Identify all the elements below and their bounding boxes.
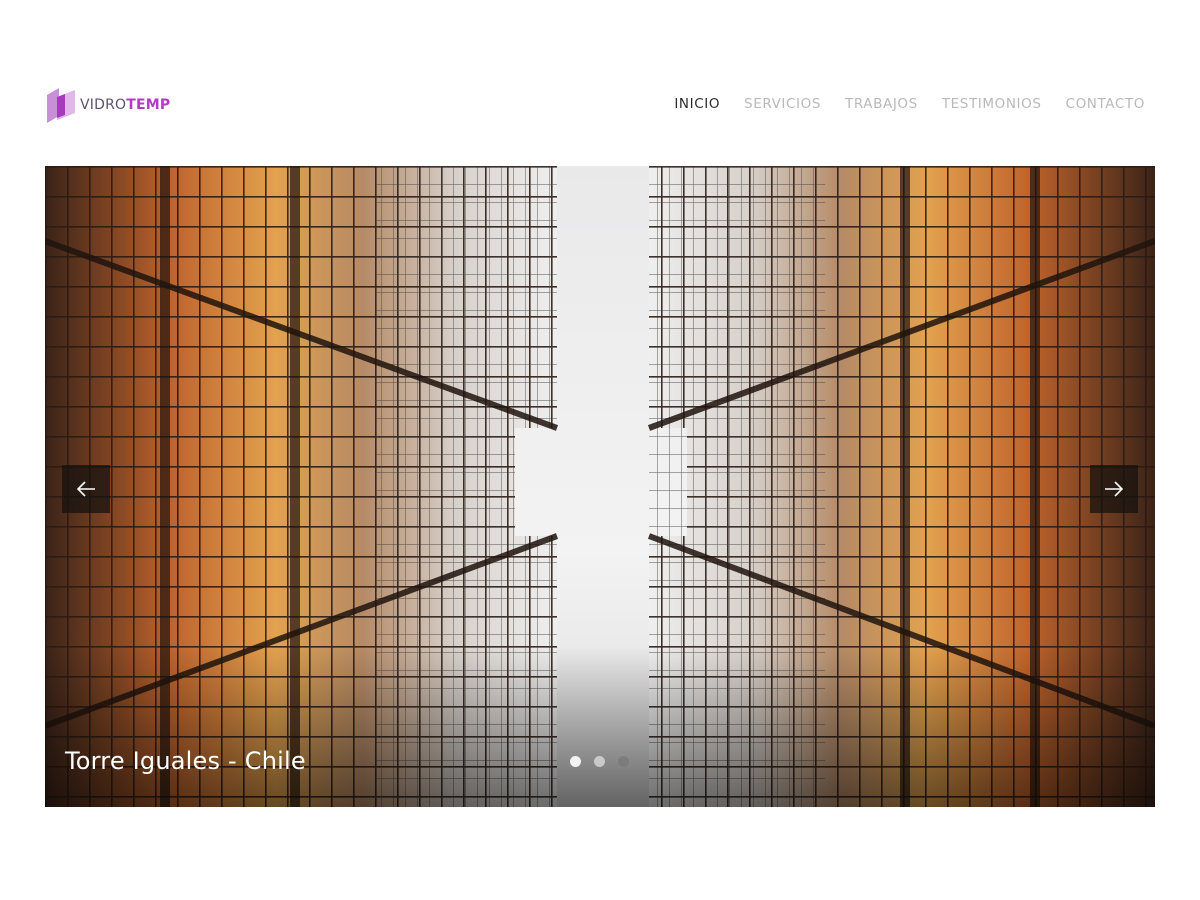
nav-item-testimonios[interactable]: TESTIMONIOS [942,96,1042,112]
brand-name: VIDROTEMP [80,97,171,113]
nav-item-contacto[interactable]: CONTACTO [1066,96,1145,112]
page: VIDROTEMP INICIO SERVICIOS TRABAJOS TEST… [0,0,1200,900]
glass-panels-logo-icon [47,88,75,123]
slide-indicators [570,756,629,767]
arrow-left-icon [76,481,95,497]
arrow-right-icon [1105,481,1124,497]
slide-dot-1[interactable] [570,756,581,767]
prev-slide-button[interactable] [62,465,110,513]
nav-item-inicio[interactable]: INICIO [674,96,720,112]
hero-slider[interactable]: Torre Iguales - Chile [45,166,1155,807]
nav-item-trabajos[interactable]: TRABAJOS [845,96,918,112]
main-nav: INICIO SERVICIOS TRABAJOS TESTIMONIOS CO… [674,85,1145,123]
slide-dot-3[interactable] [618,756,629,767]
slide-caption: Torre Iguales - Chile [65,747,306,775]
nav-item-servicios[interactable]: SERVICIOS [744,96,821,112]
slide-image [45,166,1155,807]
next-slide-button[interactable] [1090,465,1138,513]
brand-logo[interactable]: VIDROTEMP [45,85,170,125]
site-header: VIDROTEMP INICIO SERVICIOS TRABAJOS TEST… [45,85,1155,125]
slide-dot-2[interactable] [594,756,605,767]
